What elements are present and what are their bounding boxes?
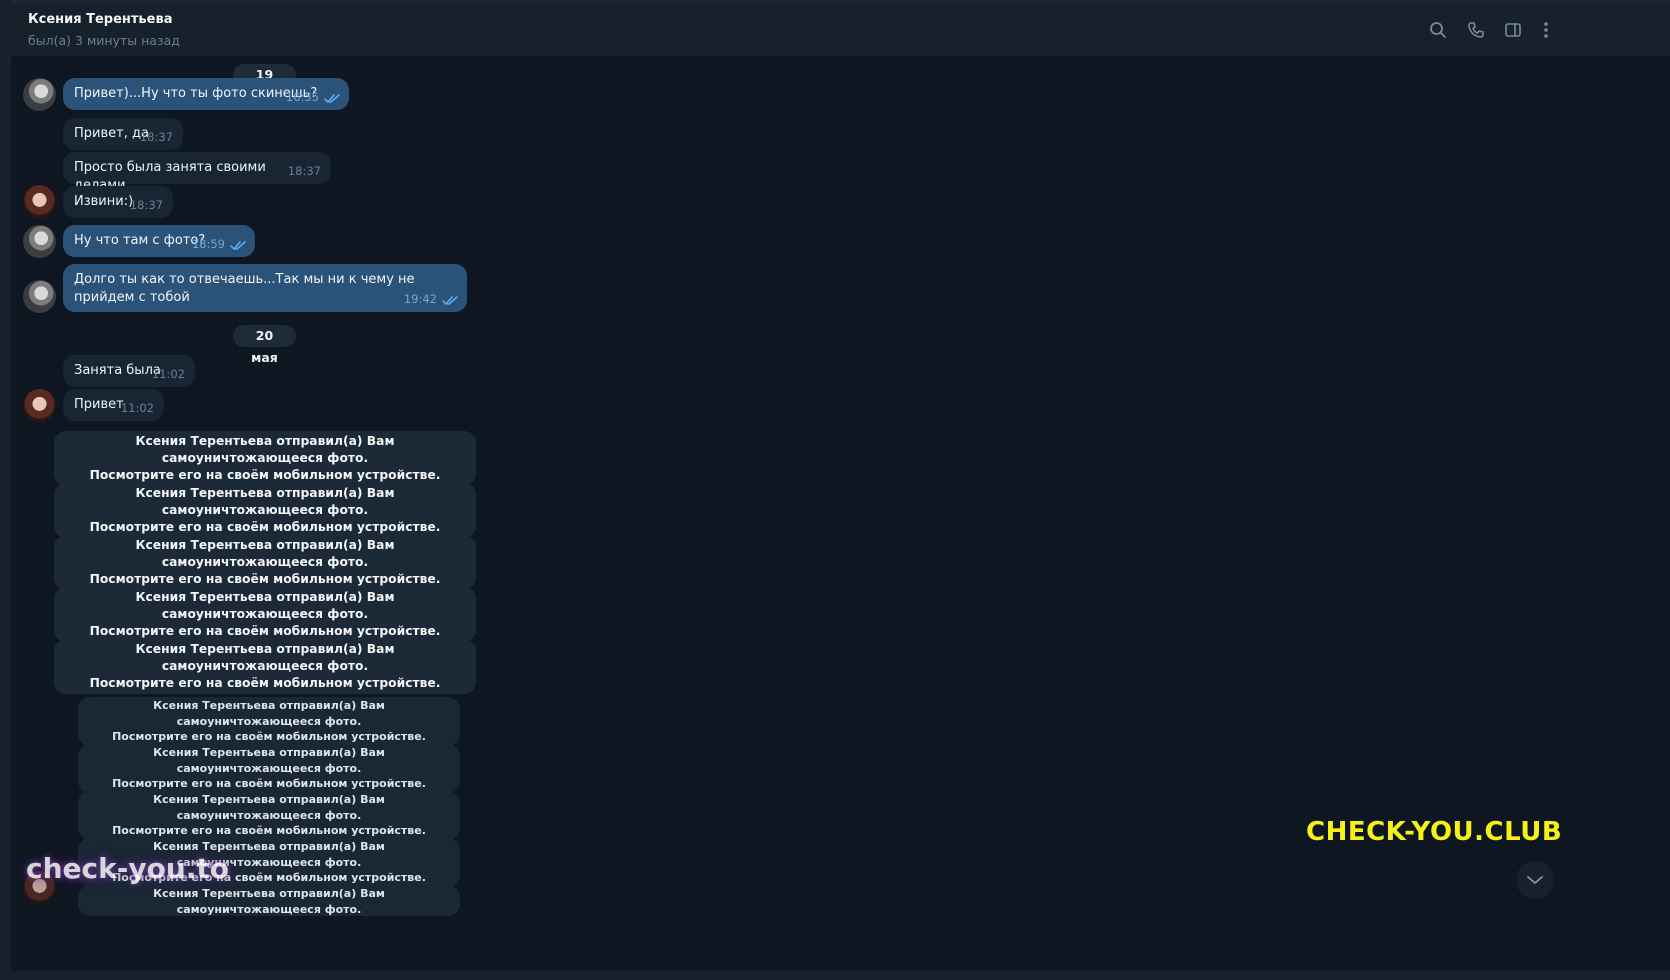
message-time: 18:37 <box>129 198 163 212</box>
avatar[interactable] <box>23 185 56 218</box>
service-line-1: Ксения Терентьева отправил(а) Вам самоун… <box>135 538 395 569</box>
service-message: Ксения Терентьева отправил(а) Вам самоун… <box>54 535 476 590</box>
message-bubble[interactable]: Просто была занята своими делами 18:37 <box>63 152 331 193</box>
service-line-1: Ксения Терентьева отправил(а) Вам самоун… <box>135 642 395 673</box>
avatar[interactable] <box>23 389 56 422</box>
message-bubble[interactable]: Ну что там с фото? 18:59 <box>63 225 255 257</box>
contact-status: был(а) 3 минуты назад <box>28 33 180 48</box>
message-text: Ну что там с фото? <box>74 233 206 248</box>
service-line-2: Посмотрите его на своём мобильном устрой… <box>89 624 441 638</box>
message-bubble[interactable]: Привет)...Ну что ты фото скинешь? 16:55 <box>63 78 349 110</box>
service-line-1: Ксения Терентьева отправил(а) Вам самоун… <box>135 590 395 621</box>
phone-icon[interactable] <box>1465 19 1487 41</box>
message-bubble[interactable]: Занята была 11:02 <box>63 355 195 387</box>
message-time: 16:55 <box>285 90 319 104</box>
avatar[interactable] <box>23 225 56 258</box>
chat-header[interactable]: Ксения Терентьева был(а) 3 минуты назад <box>11 3 1670 57</box>
service-line-2: Посмотрите его на своём мобильном устрой… <box>89 520 441 534</box>
message-text: Извини:) <box>74 194 134 209</box>
avatar[interactable] <box>23 78 56 111</box>
sidebar-icon[interactable] <box>1502 19 1524 41</box>
scroll-down-button[interactable] <box>1516 861 1554 899</box>
avatar[interactable] <box>23 280 56 313</box>
message-text: Привет)...Ну что ты фото скинешь? <box>74 86 318 101</box>
double-check-icon <box>230 241 246 251</box>
more-icon[interactable] <box>1535 19 1557 41</box>
double-check-icon <box>442 296 458 306</box>
message-bubble[interactable]: Долго ты как то отвечаешь...Так мы ни к … <box>63 264 467 312</box>
message-time: 18:59 <box>191 237 225 251</box>
service-line-1: Ксения Терентьева отправил(а) Вам самоун… <box>135 486 395 517</box>
service-line-2: Посмотрите его на своём мобильном устрой… <box>89 572 441 586</box>
chevron-down-icon <box>1527 876 1543 884</box>
contact-name[interactable]: Ксения Терентьева <box>28 12 172 27</box>
service-line-2: Посмотрите его на своём мобильном устрой… <box>112 777 426 790</box>
message-time: 18:37 <box>287 164 321 178</box>
service-line-1: Ксения Терентьева отправил(а) Вам самоун… <box>153 887 385 916</box>
service-message: Ксения Терентьева отправил(а) Вам самоун… <box>54 587 476 642</box>
double-check-icon <box>324 94 340 104</box>
service-line-1: Ксения Терентьева отправил(а) Вам самоун… <box>153 746 385 775</box>
service-line-1: Ксения Терентьева отправил(а) Вам самоун… <box>153 699 385 728</box>
service-line-2: Посмотрите его на своём мобильном устрой… <box>112 824 426 837</box>
message-text: Долго ты как то отвечаешь...Так мы ни к … <box>74 272 415 305</box>
message-bubble[interactable]: Извини:) 18:37 <box>63 186 173 218</box>
message-text: Привет, да <box>74 126 149 141</box>
watermark-check-you-to: check-you.to <box>26 852 230 885</box>
bottom-edge <box>0 971 1670 980</box>
service-line-2: Посмотрите его на своём мобильном устрой… <box>89 468 441 482</box>
search-icon[interactable] <box>1427 19 1449 41</box>
left-panel-edge <box>0 0 11 980</box>
message-text: Привет <box>74 397 124 412</box>
service-message: Ксения Терентьева отправил(а) Вам самоун… <box>54 431 476 486</box>
message-time: 11:02 <box>151 367 185 381</box>
service-message: Ксения Терентьева отправил(а) Вам самоун… <box>54 639 476 694</box>
service-message: Ксения Терентьева отправил(а) Вам самоун… <box>78 791 460 840</box>
watermark-check-you-club: CHECK-YOU.CLUB <box>1306 817 1563 847</box>
date-separator: 20 мая <box>233 325 296 365</box>
message-time: 19:42 <box>403 292 437 306</box>
service-message: Ксения Терентьева отправил(а) Вам самоун… <box>78 885 460 916</box>
service-line-2: Посмотрите его на своём мобильном устрой… <box>89 676 441 690</box>
service-message: Ксения Терентьева отправил(а) Вам самоун… <box>78 744 460 793</box>
service-line-2: Посмотрите его на своём мобильном устрой… <box>112 730 426 743</box>
message-bubble[interactable]: Привет 11:02 <box>63 389 164 421</box>
message-text: Занята была <box>74 363 161 378</box>
service-line-1: Ксения Терентьева отправил(а) Вам самоун… <box>153 793 385 822</box>
service-message: Ксения Терентьева отправил(а) Вам самоун… <box>78 697 460 746</box>
telegram-window: Ксения Терентьева был(а) 3 минуты назад … <box>0 0 1670 980</box>
message-bubble[interactable]: Привет, да 18:37 <box>63 118 183 150</box>
message-time: 11:02 <box>120 401 154 415</box>
service-message: Ксения Терентьева отправил(а) Вам самоун… <box>54 483 476 538</box>
service-line-1: Ксения Терентьева отправил(а) Вам самоун… <box>135 434 395 465</box>
message-time: 18:37 <box>139 130 173 144</box>
